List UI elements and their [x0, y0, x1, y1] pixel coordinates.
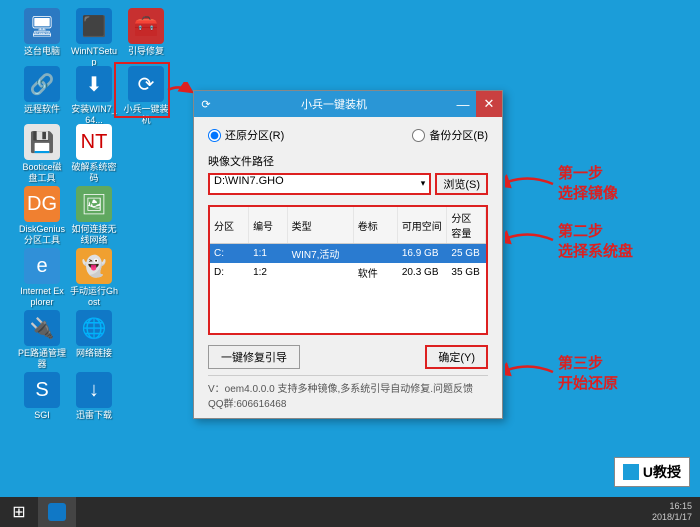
desktop-icon[interactable]: ⬛WinNTSetup — [70, 8, 118, 68]
desktop-icon[interactable]: 🧰引导修复 — [122, 8, 170, 57]
arrow-step2 — [505, 228, 555, 248]
table-row[interactable]: C:1:1WIN7,活动16.9 GB25 GB — [210, 244, 486, 264]
browse-button[interactable]: 浏览(S) — [435, 173, 488, 195]
desktop-icon[interactable]: 🖼如何连接无线网络 — [70, 186, 118, 246]
column-header[interactable]: 卷标 — [353, 207, 397, 244]
table-row[interactable]: D:1:2软件20.3 GB35 GB — [210, 263, 486, 282]
column-header[interactable]: 可用空间 — [397, 207, 447, 244]
radio-restore[interactable]: 还原分区(R) — [208, 127, 284, 143]
dialog-titlebar[interactable]: ⟳ 小兵一键装机 — ✕ — [194, 91, 502, 117]
dialog-footer: V：oem4.0.0.0 支持多种镜像,多系统引导自动修复.问题反馈QQ群:60… — [208, 375, 488, 410]
radio-backup[interactable]: 备份分区(B) — [412, 127, 488, 143]
desktop-icon[interactable]: 💾Bootice磁盘工具 — [18, 124, 66, 184]
start-button[interactable]: ⊞ — [0, 497, 38, 527]
dialog-title: 小兵一键装机 — [218, 96, 450, 112]
arrow-step3 — [505, 360, 555, 380]
partition-table[interactable]: 分区编号类型卷标可用空间分区容量C:1:1WIN7,活动16.9 GB25 GB… — [208, 205, 488, 335]
desktop-icon[interactable]: SSGI — [18, 372, 66, 421]
ok-button[interactable]: 确定(Y) — [425, 345, 488, 369]
close-button[interactable]: ✕ — [476, 91, 502, 117]
path-label: 映像文件路径 — [208, 153, 488, 169]
desktop-icon[interactable]: ↓迅雷下载 — [70, 372, 118, 421]
image-path-input[interactable]: D:\WIN7.GHO▾ — [208, 173, 431, 195]
callout-step1: 第一步选择镜像 — [558, 164, 618, 204]
column-header[interactable]: 分区 — [210, 207, 249, 244]
column-header[interactable]: 类型 — [287, 207, 353, 244]
dropdown-arrow-icon[interactable]: ▾ — [421, 178, 426, 189]
desktop-icon[interactable]: 🖥这台电脑 — [18, 8, 66, 57]
desktop-icon[interactable]: 🔌PE路通管理器 — [18, 310, 66, 370]
arrow-icon-to-dialog — [166, 82, 196, 102]
desktop-icon[interactable]: NT破解系统密码 — [70, 124, 118, 184]
desktop-icon[interactable]: 👻手动运行Ghost — [70, 248, 118, 308]
brand-logo: U教授 — [614, 457, 690, 487]
arrow-step1 — [505, 172, 555, 192]
installer-dialog: ⟳ 小兵一键装机 — ✕ 还原分区(R) 备份分区(B) 映像文件路径 D:\W… — [193, 90, 503, 419]
callout-step2: 第二步选择系统盘 — [558, 222, 633, 262]
column-header[interactable]: 编号 — [249, 207, 288, 244]
repair-boot-button[interactable]: 一键修复引导 — [208, 345, 300, 369]
taskbar-app[interactable] — [38, 497, 76, 527]
taskbar: ⊞ 16:152018/1/17 — [0, 497, 700, 527]
desktop-icon[interactable]: ⬇安装WIN7_64... — [70, 66, 118, 126]
desktop-icon[interactable]: eInternet Explorer — [18, 248, 66, 308]
desktop-icon[interactable]: DGDiskGenius分区工具 — [18, 186, 66, 246]
minimize-button[interactable]: — — [450, 91, 476, 117]
titlebar-icon: ⟳ — [194, 98, 218, 111]
desktop-icon[interactable]: 🌐网络链接 — [70, 310, 118, 359]
taskbar-clock[interactable]: 16:152018/1/17 — [652, 501, 700, 523]
column-header[interactable]: 分区容量 — [447, 207, 486, 244]
highlight-installer-icon — [114, 62, 170, 118]
desktop-icon[interactable]: 🔗远程软件 — [18, 66, 66, 115]
callout-step3: 第三步开始还原 — [558, 354, 618, 394]
